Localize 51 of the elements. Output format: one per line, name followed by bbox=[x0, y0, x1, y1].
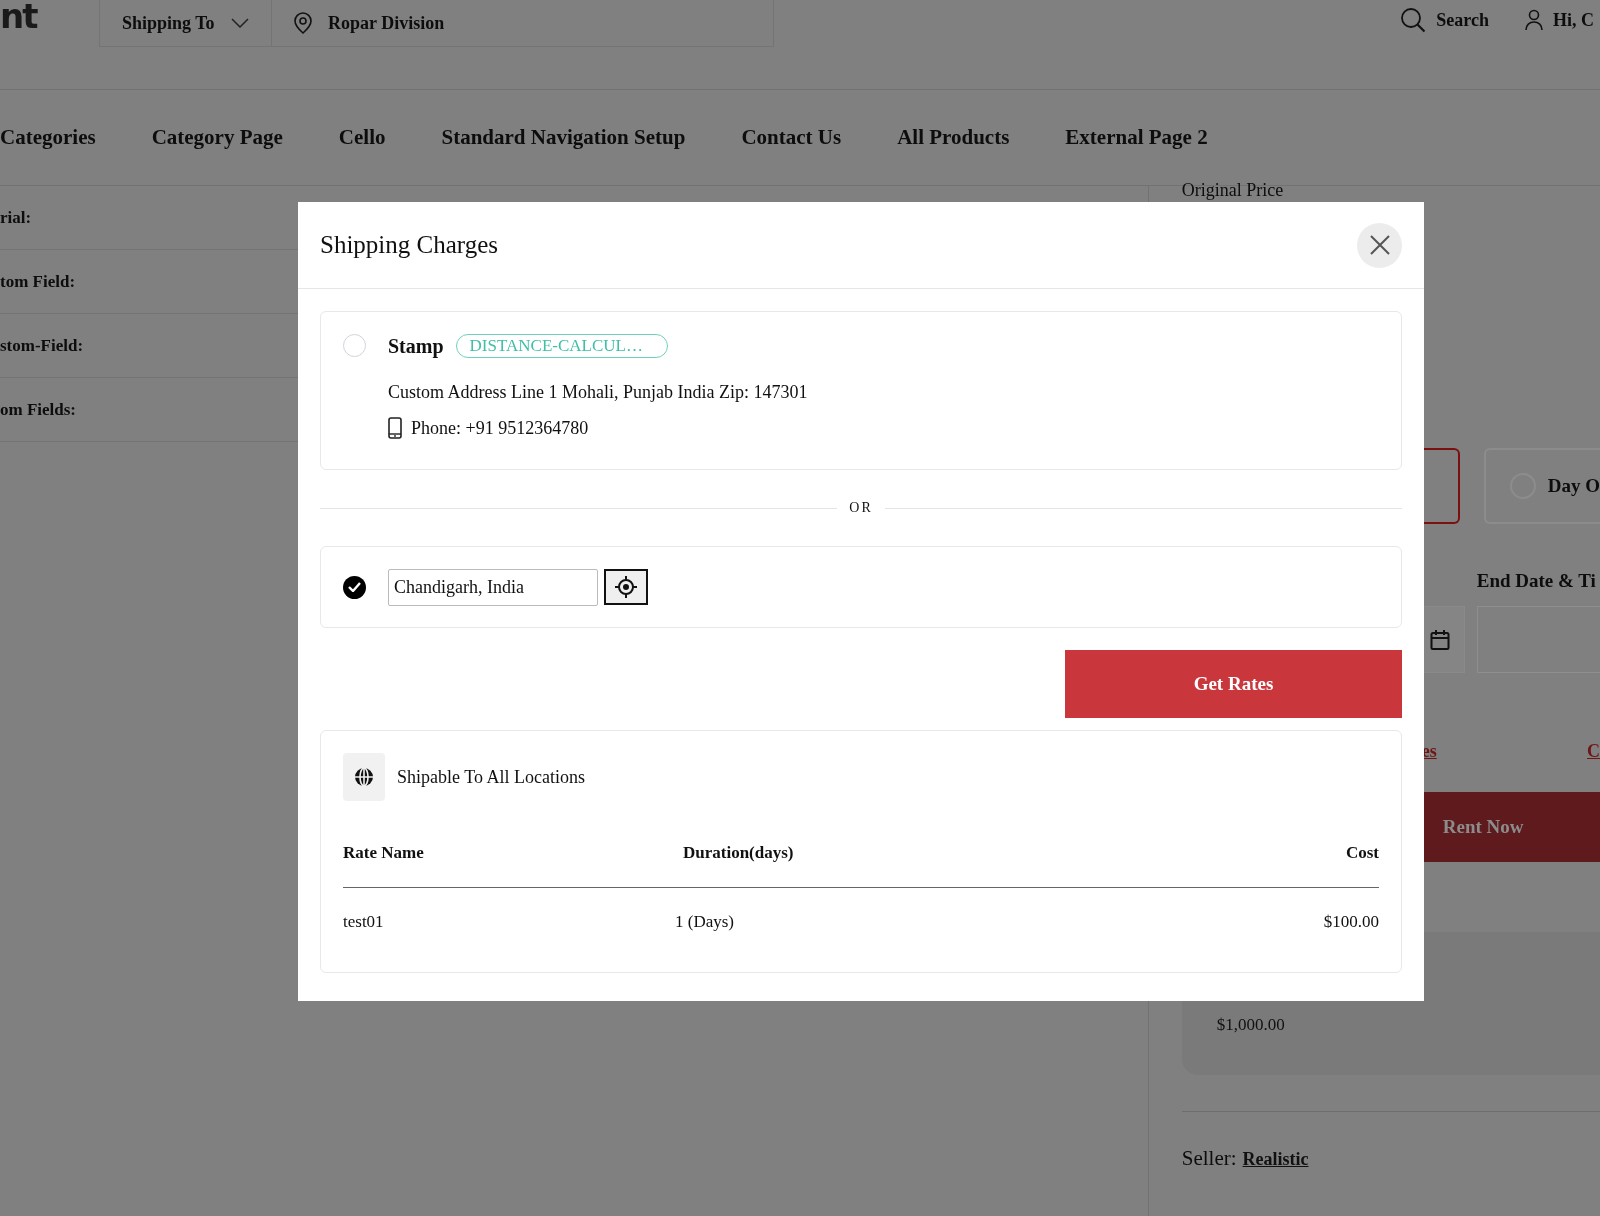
dialog-title: Shipping Charges bbox=[320, 231, 498, 259]
radio-button[interactable] bbox=[343, 575, 366, 599]
attribute-label: tom Field: bbox=[0, 271, 76, 292]
column-header: Rate Name bbox=[343, 843, 425, 863]
attribute-label: rial: bbox=[0, 207, 32, 228]
phone-text: Phone: +91 9512364780 bbox=[411, 417, 589, 439]
nav-link[interactable]: Category Page bbox=[151, 125, 283, 150]
search-link[interactable]: Search bbox=[1400, 7, 1489, 33]
search-icon bbox=[1400, 7, 1427, 33]
column-header: Duration(days) bbox=[682, 843, 795, 863]
locate-button[interactable] bbox=[604, 569, 648, 605]
attribute-label: stom-Field: bbox=[0, 335, 84, 356]
shipping-to-dropdown[interactable]: Shipping To bbox=[99, 0, 272, 47]
column-header: Cost bbox=[1345, 843, 1379, 863]
calendar-icon bbox=[1429, 628, 1450, 651]
nav-link[interactable]: Cello bbox=[338, 125, 386, 150]
rental-option[interactable]: Day O bbox=[1483, 448, 1600, 524]
seller-label: Seller: bbox=[1181, 1146, 1237, 1171]
radio-button[interactable] bbox=[343, 334, 366, 357]
option-name: Stamp bbox=[388, 334, 444, 358]
location-input[interactable]: Chandigarh, India bbox=[388, 568, 598, 606]
address-text: Custom Address Line 1 Mohali, Punjab India Zip: 147301 bbox=[388, 382, 808, 403]
nav-link[interactable]: Contact Us bbox=[741, 125, 842, 150]
price: $1,000.00 bbox=[1216, 1015, 1285, 1035]
globe-icon bbox=[354, 767, 374, 787]
table-cell: $100.00 bbox=[1323, 912, 1379, 932]
account-link[interactable]: Hi, C bbox=[1525, 9, 1594, 31]
user-icon bbox=[1525, 9, 1543, 31]
close-icon bbox=[1369, 235, 1390, 255]
original-price-label: Original Price bbox=[1181, 180, 1285, 201]
crosshair-icon bbox=[615, 576, 637, 598]
phone-icon bbox=[388, 417, 402, 439]
get-rates-button[interactable]: Get Rates bbox=[1065, 650, 1402, 718]
nav-link[interactable]: All Products bbox=[897, 125, 1010, 150]
seller-link[interactable]: Realistic bbox=[1242, 1149, 1309, 1170]
chevron-down-icon bbox=[230, 18, 249, 28]
check-icon bbox=[348, 582, 361, 592]
nav-link[interactable]: Standard Navigation Setup bbox=[441, 125, 686, 150]
or-separator: OR bbox=[849, 500, 873, 516]
location-selector[interactable]: Ropar Division bbox=[272, 0, 774, 47]
nav-link[interactable]: Categories bbox=[0, 125, 96, 150]
map-pin-icon bbox=[294, 12, 312, 34]
nav-link[interactable]: External Page 2 bbox=[1065, 125, 1208, 150]
rates-heading: Shipable To All Locations bbox=[397, 766, 585, 788]
end-date-label: End Date & Ti bbox=[1476, 570, 1596, 592]
close-button[interactable] bbox=[1357, 222, 1402, 268]
link[interactable]: C bbox=[1587, 741, 1600, 762]
attribute-label: om Fields: bbox=[0, 399, 77, 420]
logo[interactable]: nt bbox=[0, 0, 99, 36]
table-cell-text: 1 (Days) bbox=[675, 912, 735, 932]
table-cell-text: test01 bbox=[343, 912, 385, 932]
